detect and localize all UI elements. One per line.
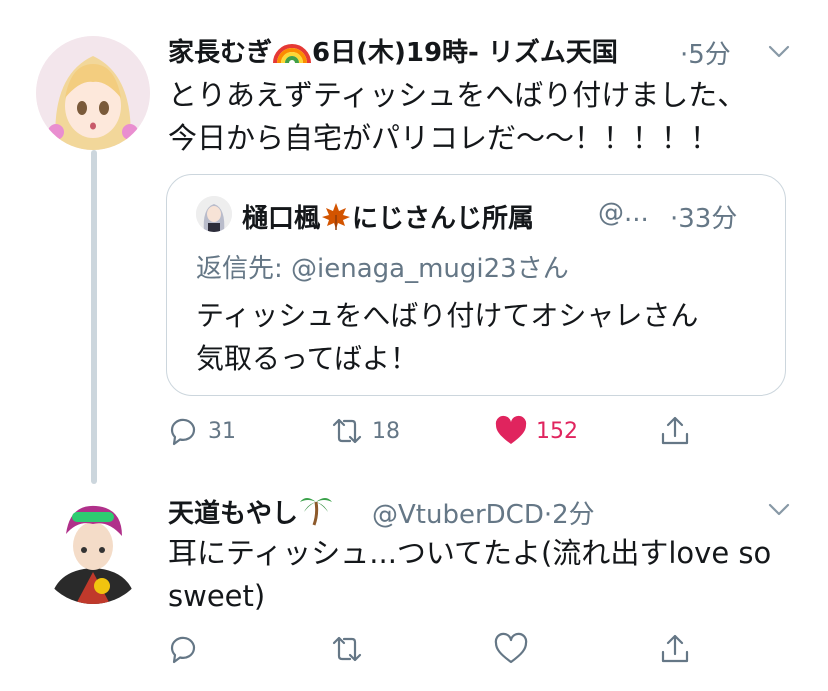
tweet1-text-line1: とりあえずティッシュをへばり付けました、 — [168, 78, 747, 112]
retweet-count: 18 — [372, 418, 400, 444]
tweet2-handle[interactable]: @VtuberDCD — [372, 500, 544, 530]
tweet2-display-name: 天道もやし — [168, 499, 299, 529]
quote-reply-to-prefix: 返信先: — [196, 254, 283, 284]
reply-icon — [170, 636, 196, 664]
quote-display-name: 樋口楓 — [242, 204, 321, 234]
tweet2-text-line1: 耳にティッシュ...ついてたよ(流れ出すlove so — [168, 536, 772, 570]
tweet2-time[interactable]: 2分 — [552, 500, 595, 530]
retweet-icon — [332, 418, 362, 444]
tweet1-display-name: 家長むぎ — [168, 38, 273, 68]
quote-time-meta: ·33分 — [670, 198, 737, 235]
reply-count: 31 — [208, 418, 236, 444]
quote-reply-to: 返信先: @ienaga_mugi23さん — [196, 248, 569, 285]
quote-reply-to-handle[interactable]: @ienaga_mugi23さん — [291, 254, 569, 284]
quote-name-suffix: にじさんじ所属 — [352, 204, 535, 234]
reply-button[interactable]: 31 — [166, 414, 236, 448]
rainbow-emoji — [272, 35, 312, 72]
share-icon — [661, 634, 689, 663]
like-button[interactable] — [494, 632, 528, 666]
retweet-icon — [332, 636, 362, 662]
maple-leaf-emoji — [320, 201, 352, 238]
heart-icon — [495, 415, 527, 444]
like-button[interactable]: 152 — [494, 414, 578, 448]
chevron-down-icon[interactable] — [766, 496, 792, 526]
quote-text-line1: ティッシュをへばり付けてオシャレさん — [196, 299, 699, 332]
quote-author-name[interactable]: 樋口楓 にじさんじ所属 — [242, 198, 534, 238]
tweet2-text-line2: sweet) — [168, 579, 266, 613]
share-icon — [661, 416, 689, 445]
retweet-button[interactable] — [330, 632, 364, 666]
tweet2-text: 耳にティッシュ...ついてたよ(流れ出すlove so sweet) — [168, 532, 808, 618]
avatar-tendo-moyashi[interactable] — [36, 490, 150, 604]
tweet1-text-line2: 今日から自宅がパリコレだ〜〜！！！！！ — [168, 121, 720, 155]
quote-text: ティッシュをへばり付けてオシャレさん 気取るってばよ！ — [196, 294, 698, 380]
palm-tree-emoji — [298, 492, 334, 533]
tweet1-text: とりあえずティッシュをへばり付けました、 今日から自宅がパリコレだ〜〜！！！！！ — [168, 74, 788, 160]
tweet2-meta: @VtuberDCD·2分 — [372, 494, 595, 531]
quote-time[interactable]: 33分 — [678, 204, 737, 234]
tweet1-meta: ·5分 — [680, 34, 731, 71]
avatar-higuchi-kaede[interactable] — [196, 196, 232, 232]
like-count: 152 — [536, 418, 578, 444]
tweet2-sep: · — [543, 500, 553, 530]
quote-text-line2: 気取るってばよ！ — [196, 342, 419, 375]
reply-icon — [170, 418, 196, 446]
chevron-down-icon[interactable] — [766, 38, 792, 68]
tweet2-author-name[interactable]: 天道もやし — [168, 492, 334, 533]
share-button[interactable] — [658, 414, 692, 448]
tweet1-name-suffix: 6日(木)19時- リズム天国 — [312, 38, 618, 68]
reply-button[interactable] — [166, 632, 200, 666]
retweet-button[interactable]: 18 — [330, 414, 400, 448]
avatar-ienaga-mugi[interactable] — [36, 36, 150, 150]
share-button[interactable] — [658, 632, 692, 666]
thread-connector-line — [91, 150, 97, 484]
quote-meta: @... — [598, 198, 649, 228]
heart-icon — [494, 632, 528, 664]
tweet1-author-name[interactable]: 家長むぎ 6日(木)19時- リズム天国 — [168, 32, 618, 72]
tweet1-time[interactable]: 5分 — [688, 40, 731, 70]
quote-handle: @... — [598, 198, 649, 228]
